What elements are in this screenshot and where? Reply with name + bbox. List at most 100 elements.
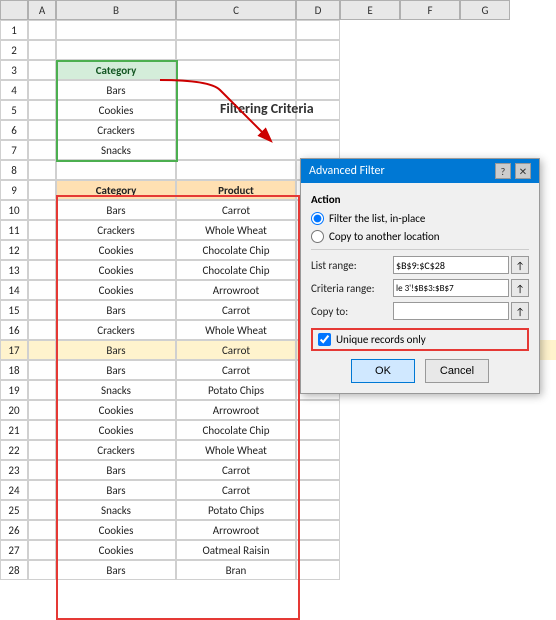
col-header-b: B — [56, 0, 176, 20]
cell-c13: Chocolate Chip — [176, 260, 296, 280]
grid-row-24: 24 Bars Carrot — [0, 480, 556, 500]
cell-a1 — [28, 20, 56, 40]
cell-c18: Carrot — [176, 360, 296, 380]
cell-d23 — [296, 460, 340, 480]
divider — [311, 249, 529, 250]
cell-d20 — [296, 400, 340, 420]
dialog-title: Advanced Filter — [309, 164, 385, 178]
cell-a20 — [28, 400, 56, 420]
cell-b4: Bars — [56, 80, 176, 100]
ok-button[interactable]: OK — [351, 359, 415, 383]
cell-c21: Chocolate Chip — [176, 420, 296, 440]
column-headers: A B C D E F G — [0, 0, 510, 20]
cancel-button[interactable]: Cancel — [425, 359, 489, 383]
copy-to-row: Copy to: ↑ — [311, 302, 529, 320]
copy-to-label: Copy to: — [311, 305, 393, 318]
cell-b26: Cookies — [56, 520, 176, 540]
cell-a26 — [28, 520, 56, 540]
cell-a25 — [28, 500, 56, 520]
col-header-c: C — [176, 0, 296, 20]
row-num-7: 7 — [0, 140, 28, 160]
row-num-3: 3 — [0, 60, 28, 80]
cell-c11: Whole Wheat — [176, 220, 296, 240]
cell-b3-header: Category — [56, 60, 176, 80]
cell-c22: Whole Wheat — [176, 440, 296, 460]
cell-c16: Whole Wheat — [176, 320, 296, 340]
row-num-26: 26 — [0, 520, 28, 540]
unique-records-row[interactable]: Unique records only — [311, 328, 529, 351]
cell-d7 — [296, 140, 340, 160]
grid-row-6: 6 Crackers — [0, 120, 556, 140]
dialog-action-label: Action — [311, 193, 529, 206]
criteria-range-btn[interactable]: ↑ — [511, 279, 529, 297]
grid-row-23: 23 Bars Carrot — [0, 460, 556, 480]
cell-c23: Carrot — [176, 460, 296, 480]
cell-a6 — [28, 120, 56, 140]
cell-a15 — [28, 300, 56, 320]
cell-b19: Snacks — [56, 380, 176, 400]
row-num-4: 4 — [0, 80, 28, 100]
dialog-radio-inplace-row[interactable]: Filter the list, in-place — [311, 212, 529, 225]
cell-a23 — [28, 460, 56, 480]
cell-c7 — [176, 140, 296, 160]
cell-e1 — [340, 20, 400, 40]
grid-row-3: 3 Category — [0, 60, 556, 80]
cell-b17: Bars — [56, 340, 176, 360]
cell-a16 — [28, 320, 56, 340]
list-range-label: List range: — [311, 259, 393, 272]
unique-records-checkbox[interactable] — [318, 333, 331, 346]
cell-c1 — [176, 20, 296, 40]
filtering-criteria-label: Filtering Criteria — [220, 100, 314, 117]
cell-a9 — [28, 180, 56, 200]
row-num-12: 12 — [0, 240, 28, 260]
cell-a17 — [28, 340, 56, 360]
cell-a5 — [28, 100, 56, 120]
spreadsheet: A B C D E F G 1 2 3 Category — [0, 0, 556, 610]
dialog-radio-copy-row[interactable]: Copy to another location — [311, 230, 529, 243]
list-range-btn[interactable]: ↑ — [511, 256, 529, 274]
copy-to-input[interactable] — [393, 302, 509, 320]
row-num-1: 1 — [0, 20, 28, 40]
row-num-6: 6 — [0, 120, 28, 140]
grid-row-26: 26 Cookies Arrowroot — [0, 520, 556, 540]
row-num-13: 13 — [0, 260, 28, 280]
cell-c28: Bran — [176, 560, 296, 580]
radio-copy-label: Copy to another location — [329, 230, 440, 243]
col-header-a: A — [28, 0, 56, 20]
row-num-28: 28 — [0, 560, 28, 580]
dialog-help-button[interactable]: ? — [495, 163, 511, 179]
cell-c15: Carrot — [176, 300, 296, 320]
grid-row-25: 25 Snacks Potato Chips — [0, 500, 556, 520]
cell-d4 — [296, 80, 340, 100]
grid-row-2: 2 — [0, 40, 556, 60]
radio-inplace[interactable] — [311, 212, 324, 225]
col-header-g: G — [460, 0, 510, 20]
row-num-18: 18 — [0, 360, 28, 380]
criteria-range-input[interactable]: le 3'!$B$3:$B$7 — [393, 279, 509, 297]
cell-a21 — [28, 420, 56, 440]
grid-row-28: 28 Bars Bran — [0, 560, 556, 580]
cell-b25: Snacks — [56, 500, 176, 520]
row-num-22: 22 — [0, 440, 28, 460]
cell-b10: Bars — [56, 200, 176, 220]
cell-a12 — [28, 240, 56, 260]
cell-a2 — [28, 40, 56, 60]
cell-a10 — [28, 200, 56, 220]
cell-d24 — [296, 480, 340, 500]
unique-records-label: Unique records only — [336, 333, 426, 346]
grid-row-20: 20 Cookies Arrowroot — [0, 400, 556, 420]
list-range-input[interactable]: $B$9:$C$28 — [393, 256, 509, 274]
row-num-16: 16 — [0, 320, 28, 340]
cell-c14: Arrowroot — [176, 280, 296, 300]
cell-a4 — [28, 80, 56, 100]
dialog-close-button[interactable]: ✕ — [515, 163, 531, 179]
cell-c8 — [176, 160, 296, 180]
cell-b15: Bars — [56, 300, 176, 320]
cell-a19 — [28, 380, 56, 400]
cell-b16: Crackers — [56, 320, 176, 340]
copy-to-btn[interactable]: ↑ — [511, 302, 529, 320]
grid-row-27: 27 Cookies Oatmeal Raisin — [0, 540, 556, 560]
grid-row-7: 7 Snacks — [0, 140, 556, 160]
cell-c9-header: Product — [176, 180, 296, 200]
radio-copy[interactable] — [311, 230, 324, 243]
